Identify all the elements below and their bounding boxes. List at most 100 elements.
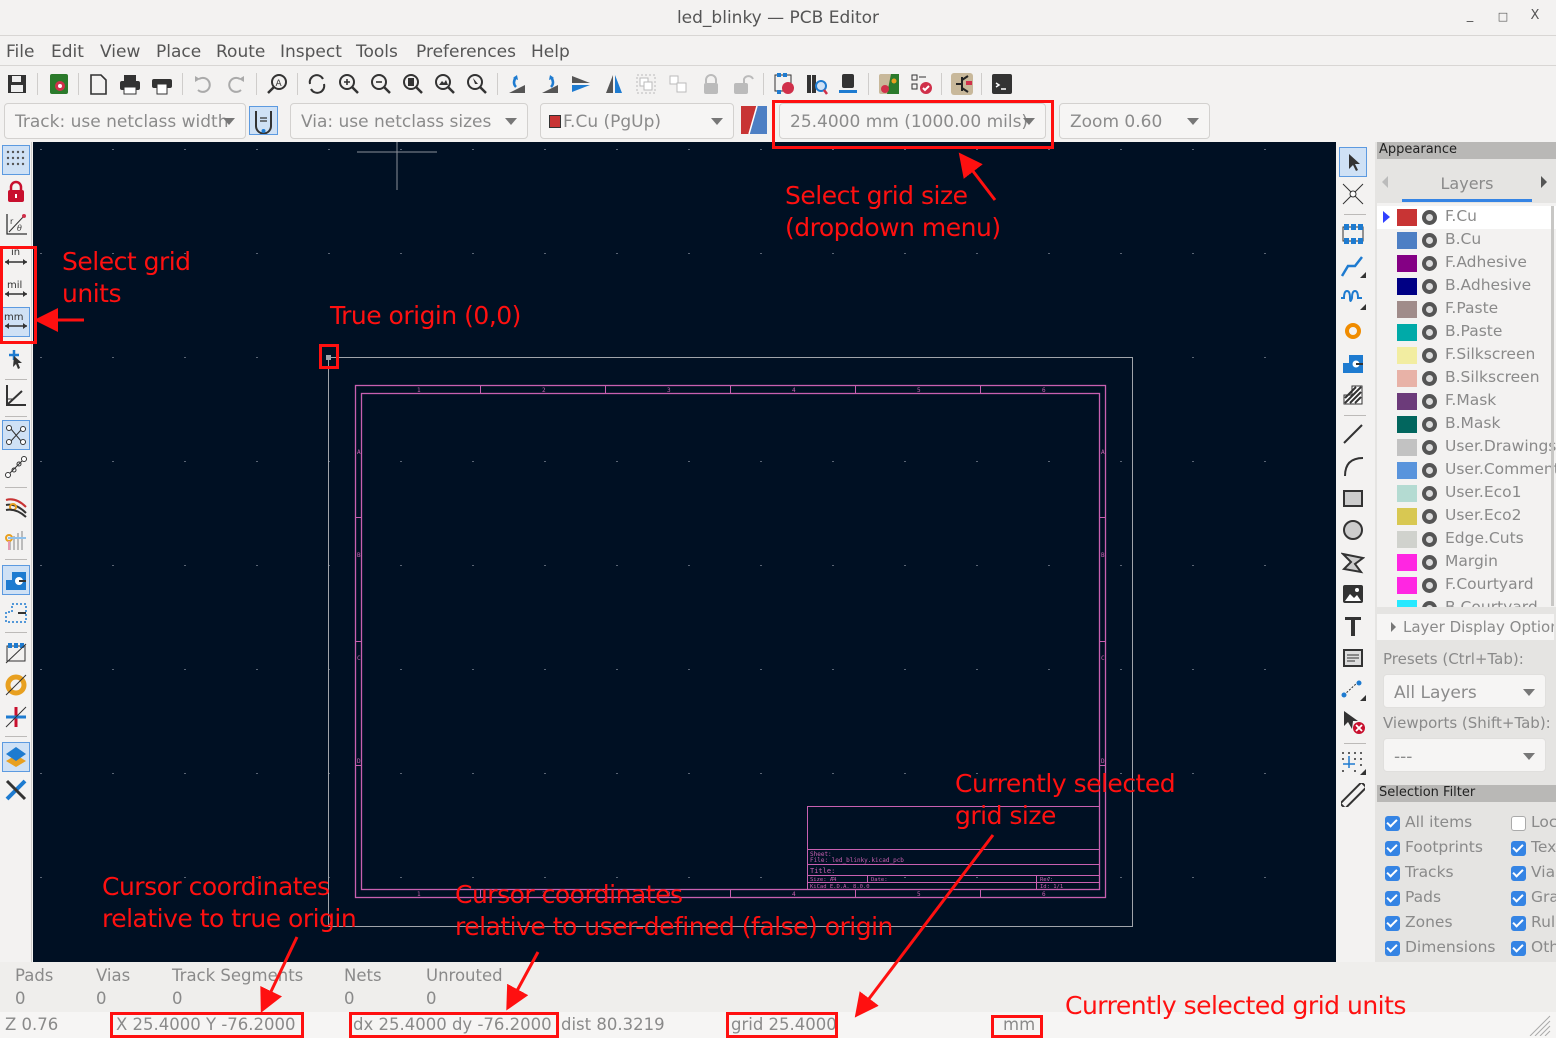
layer-color-swatch[interactable] [1397, 255, 1417, 272]
eye-icon[interactable] [1422, 463, 1437, 478]
layer-row[interactable]: B.Silkscreen [1377, 367, 1556, 390]
eye-icon[interactable] [1422, 325, 1437, 340]
layer-row[interactable]: User.Eco1 [1377, 482, 1556, 505]
unlock-icon[interactable] [729, 70, 757, 98]
pad-outline-button[interactable] [2, 597, 30, 627]
undo-icon[interactable] [189, 70, 217, 98]
eye-icon[interactable] [1422, 210, 1437, 225]
layer-color-swatch[interactable] [1397, 324, 1417, 341]
zoom-in-icon[interactable] [335, 70, 363, 98]
polar-coords-button[interactable]: rθ [2, 209, 30, 239]
eye-icon[interactable] [1422, 601, 1437, 607]
filter-checkbox[interactable] [1385, 866, 1400, 881]
scripting-console-icon[interactable] [988, 70, 1016, 98]
units-inch-button[interactable]: in [2, 243, 30, 273]
layer-display-options-toggle[interactable]: Layer Display Options [1377, 614, 1554, 640]
presets-select[interactable]: All Layers [1383, 674, 1546, 708]
grid-lock-button[interactable] [2, 177, 30, 207]
pad-display-button[interactable] [2, 565, 30, 595]
layer-color-swatch[interactable] [1397, 209, 1417, 226]
filter-checkbox[interactable] [1511, 866, 1526, 881]
delete-tool-button[interactable] [1339, 707, 1367, 737]
eye-icon[interactable] [1422, 417, 1437, 432]
units-mil-button[interactable]: mil [2, 275, 30, 305]
properties-button[interactable] [2, 775, 30, 805]
menu-help[interactable]: Help [531, 42, 570, 62]
layer-row[interactable]: User.Comments [1377, 459, 1556, 482]
ungroup-icon[interactable] [664, 70, 692, 98]
tab-scroll-left[interactable] [1382, 176, 1388, 188]
lock-icon[interactable] [697, 70, 725, 98]
add-via-button[interactable] [1339, 316, 1367, 346]
layer-row[interactable]: B.Paste [1377, 321, 1556, 344]
layer-row[interactable]: User.Drawings [1377, 436, 1556, 459]
filter-checkbox[interactable] [1385, 941, 1400, 956]
layer-color-swatch[interactable] [1397, 485, 1417, 502]
draw-arc-button[interactable] [1339, 451, 1367, 481]
tab-layers[interactable]: Layers [1402, 172, 1532, 202]
refresh-icon[interactable] [303, 70, 331, 98]
eye-icon[interactable] [1422, 394, 1437, 409]
via-size-select[interactable]: Via: use netclass sizes [290, 103, 528, 139]
pcb-canvas[interactable]: 112233445566AABBCCDD Sheet: File: led_bl… [33, 142, 1336, 962]
filter-checkbox[interactable] [1511, 841, 1526, 856]
filter-checkbox[interactable] [1385, 916, 1400, 931]
layer-row[interactable]: B.Mask [1377, 413, 1556, 436]
filter-checkbox[interactable] [1511, 891, 1526, 906]
mirror-icon[interactable] [600, 70, 628, 98]
layer-row[interactable]: F.Silkscreen [1377, 344, 1556, 367]
layer-color-swatch[interactable] [1397, 347, 1417, 364]
schematic-icon[interactable] [948, 70, 976, 98]
ratsnest-button[interactable] [2, 420, 30, 450]
layer-row[interactable]: User.Eco2 [1377, 505, 1556, 528]
minimize-button[interactable]: _ [1462, 8, 1478, 23]
layer-row[interactable]: B.Adhesive [1377, 275, 1556, 298]
redo-icon[interactable] [222, 70, 250, 98]
via-display-button[interactable] [2, 525, 30, 555]
filter-checkbox[interactable] [1511, 916, 1526, 931]
local-ratsnest-button[interactable] [1339, 179, 1367, 209]
curved-ratsnest-button[interactable] [2, 452, 30, 482]
layer-color-swatch[interactable] [1397, 577, 1417, 594]
layer-color-swatch[interactable] [1397, 439, 1417, 456]
menu-place[interactable]: Place [156, 42, 201, 62]
group-icon[interactable] [632, 70, 660, 98]
layer-color-swatch[interactable] [1397, 462, 1417, 479]
menu-preferences[interactable]: Preferences [416, 42, 516, 62]
layer-row[interactable]: B.Courtyard [1377, 597, 1556, 607]
layer-color-swatch[interactable] [1397, 370, 1417, 387]
draw-line-button[interactable] [1339, 419, 1367, 449]
track-display-button[interactable] [2, 492, 30, 522]
add-text-button[interactable] [1339, 611, 1367, 641]
menu-inspect[interactable]: Inspect [280, 42, 342, 62]
high-contrast-button[interactable] [2, 742, 30, 772]
layer-row[interactable]: F.Cu [1377, 206, 1556, 229]
layer-select[interactable]: F.Cu (PgUp) [540, 103, 734, 139]
grid-size-select[interactable]: 25.4000 mm (1000.00 mils) [779, 103, 1046, 139]
via-outline-button[interactable] [2, 670, 30, 700]
flip-icon[interactable] [567, 70, 595, 98]
layer-color-swatch[interactable] [1397, 600, 1417, 607]
track-width-select[interactable]: Track: use netclass width [4, 103, 246, 139]
filter-checkbox[interactable] [1385, 891, 1400, 906]
layer-color-swatch[interactable] [1397, 508, 1417, 525]
drc-icon[interactable] [908, 70, 936, 98]
eye-icon[interactable] [1422, 279, 1437, 294]
rotate-ccw-icon[interactable] [503, 70, 531, 98]
filter-checkbox[interactable] [1511, 941, 1526, 956]
eye-icon[interactable] [1422, 233, 1437, 248]
layers-scrollbar[interactable] [1551, 206, 1554, 606]
close-button[interactable]: X [1527, 8, 1543, 23]
add-image-button[interactable] [1339, 579, 1367, 609]
crosshair-button[interactable] [2, 345, 30, 375]
board-setup-icon[interactable] [45, 70, 73, 98]
measure-tool-button[interactable] [1339, 780, 1367, 810]
add-dimension-button[interactable] [1339, 675, 1367, 705]
draw-rectangle-button[interactable] [1339, 483, 1367, 513]
zoom-out-icon[interactable] [367, 70, 395, 98]
layer-row[interactable]: F.Mask [1377, 390, 1556, 413]
eye-icon[interactable] [1422, 578, 1437, 593]
layer-row[interactable]: Edge.Cuts [1377, 528, 1556, 551]
grid-origin-button[interactable] [1339, 748, 1367, 778]
draw-polygon-button[interactable] [1339, 547, 1367, 577]
